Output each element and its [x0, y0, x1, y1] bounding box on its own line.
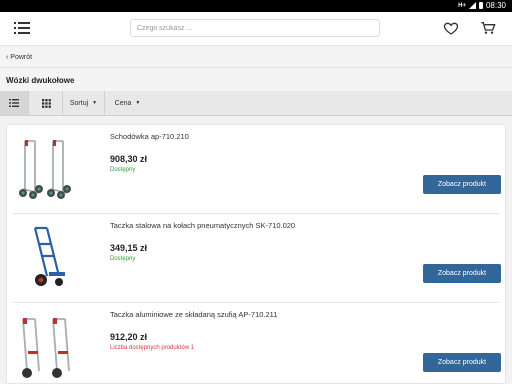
price-label: Cena — [114, 99, 132, 107]
product-card: Schodówka ap-710.210 908,30 zł Dostępny … — [7, 125, 505, 214]
heart-icon[interactable] — [443, 20, 459, 36]
clock: 08:30 — [485, 1, 506, 10]
sort-label: Sortuj — [69, 99, 89, 107]
menu-icon[interactable] — [14, 22, 30, 35]
chevron-down-icon: ▼ — [135, 100, 141, 106]
signal-icon — [468, 2, 476, 9]
chevron-left-icon: ‹ — [6, 54, 9, 61]
battery-icon — [478, 2, 483, 9]
listing-toolbar: Sortuj ▼ Cena ▼ — [0, 91, 512, 116]
view-product-button[interactable]: Zobacz produkt — [423, 175, 501, 194]
back-link[interactable]: ‹ Powrót — [0, 47, 512, 68]
product-name[interactable]: Schodówka ap-710.210 — [110, 132, 189, 141]
page-title-bar: Wózki dwukołowe — [0, 69, 512, 91]
view-product-button[interactable]: Zobacz produkt — [423, 264, 501, 283]
back-label: Powrót — [10, 54, 33, 61]
availability-status: Dostępny — [110, 256, 136, 262]
cart-icon[interactable] — [480, 20, 496, 36]
product-image[interactable] — [13, 311, 83, 381]
page-title: Wózki dwukołowe — [6, 76, 75, 85]
product-price: 908,30 zł — [110, 154, 148, 164]
product-card: Taczka stalowa na kołach pneumatycznych … — [7, 214, 505, 303]
app-header — [0, 12, 512, 46]
product-name[interactable]: Taczka aluminiowe ze składaną szufią AP-… — [110, 310, 277, 319]
product-price: 349,15 zł — [110, 243, 148, 253]
product-image[interactable] — [13, 222, 83, 292]
list-view-icon — [9, 99, 19, 107]
status-bar: H+ 08:30 — [0, 0, 512, 12]
price-dropdown[interactable]: Cena ▼ — [105, 91, 150, 115]
product-card: Taczka aluminiowe ze składaną szufią AP-… — [7, 303, 505, 383]
sort-dropdown[interactable]: Sortuj ▼ — [63, 91, 105, 115]
network-type: H+ — [458, 2, 466, 9]
grid-view-button[interactable] — [30, 91, 63, 115]
product-price: 912,20 zł — [110, 332, 148, 342]
availability-status: Dostępny — [110, 167, 136, 173]
product-name[interactable]: Taczka stalowa na kołach pneumatycznych … — [110, 221, 295, 230]
chevron-down-icon: ▼ — [92, 100, 98, 106]
availability-status: Liczba dostępnych produktów 1 — [110, 345, 195, 351]
status-icons: H+ 08:30 — [458, 1, 506, 10]
grid-view-icon — [41, 98, 51, 108]
list-view-button[interactable] — [0, 91, 29, 115]
view-product-button[interactable]: Zobacz produkt — [423, 353, 501, 372]
search-input[interactable] — [130, 19, 380, 37]
product-list: Schodówka ap-710.210 908,30 zł Dostępny … — [6, 124, 506, 384]
product-image[interactable] — [13, 133, 83, 203]
